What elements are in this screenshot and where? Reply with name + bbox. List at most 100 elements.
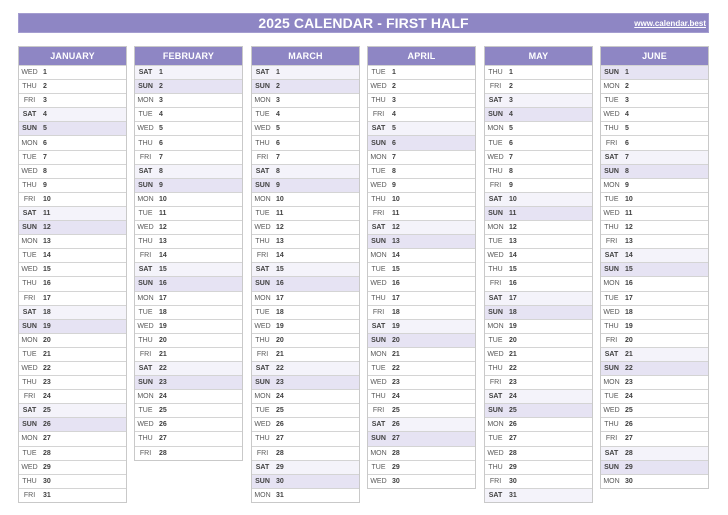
day-of-week: MON [21,336,38,344]
day-of-week: SUN [138,83,153,91]
day-row: WED 23 [368,375,475,390]
website-link[interactable]: www.calendar.best [634,19,706,29]
day-of-week: FRI [23,294,36,302]
day-of-week: SAT [22,407,37,415]
day-row: FRI 3 [19,93,126,108]
day-row: TUE 24 [601,389,708,404]
day-row: MON 7 [368,149,475,164]
day-number: 23 [625,379,633,387]
day-number: 30 [276,477,284,485]
day-of-week: TUE [22,153,37,161]
day-row: SUN 22 [601,360,708,376]
day-of-week: WED [370,181,387,189]
day-number: 26 [43,421,51,429]
day-row: SAT 3 [485,93,592,108]
day-of-week: TUE [371,167,386,175]
day-row: WED 11 [601,205,708,221]
day-number: 19 [625,322,633,330]
day-row: TUE 18 [135,304,242,319]
day-row: THU 1 [485,65,592,80]
day-number: 26 [509,421,517,429]
day-of-week: TUE [255,407,270,415]
day-of-week: MON [370,252,387,260]
day-number: 5 [159,125,163,133]
day-of-week: WED [370,477,387,485]
day-row: THU 6 [252,135,359,150]
day-number: 12 [276,224,284,232]
day-number: 28 [509,449,517,457]
day-of-week: FRI [605,238,618,246]
day-number: 6 [159,139,163,147]
day-row: TUE 3 [601,93,708,108]
day-of-week: WED [603,111,620,119]
day-of-week: SAT [371,421,386,429]
day-number: 25 [43,407,51,415]
day-of-week: SAT [22,308,37,316]
day-of-week: SAT [604,252,619,260]
day-of-week: SAT [604,449,619,457]
day-row: SAT 11 [19,205,126,221]
day-of-week: TUE [488,139,503,147]
day-row: FRI 24 [19,389,126,404]
day-row: MON 31 [252,487,359,502]
day-row: WED 29 [19,459,126,474]
day-row: SAT 31 [485,487,592,502]
day-of-week: MON [370,350,387,358]
day-row: WED 5 [252,121,359,136]
day-row: THU 22 [485,360,592,376]
day-of-week: MON [370,449,387,457]
day-row: THU 20 [135,332,242,347]
month-table-april: APRIL TUE 1 WED 2 THU 3 FRI 4 SAT 5 SUN 6 MON 7 TUE 8 WE… [367,46,476,489]
day-row: TUE 11 [135,205,242,221]
day-row: MON 6 [19,135,126,150]
day-row: SAT 28 [601,445,708,460]
day-number: 16 [159,280,167,288]
day-number: 1 [159,69,163,77]
day-of-week: THU [138,435,153,443]
day-of-week: SAT [255,266,270,274]
day-row: TUE 4 [252,107,359,122]
day-number: 24 [392,393,400,401]
day-of-week: TUE [138,111,153,119]
day-row: WED 8 [19,163,126,178]
day-of-week: WED [487,350,504,358]
day-number: 2 [509,83,513,91]
day-number: 15 [159,266,167,274]
day-of-week: WED [21,69,38,77]
day-number: 5 [43,125,47,133]
day-of-week: WED [137,421,154,429]
day-row: SAT 24 [485,389,592,404]
day-row: SUN 16 [135,276,242,291]
day-number: 31 [43,491,51,499]
day-number: 26 [392,421,400,429]
day-of-week: MON [370,153,387,161]
day-of-week: MON [487,322,504,330]
day-of-week: SUN [22,322,37,330]
day-of-week: MON [487,421,504,429]
day-number: 8 [509,167,513,175]
day-row: SAT 18 [19,304,126,319]
day-row: TUE 14 [19,248,126,263]
day-number: 21 [625,350,633,358]
day-number: 9 [43,181,47,189]
day-row: SAT 17 [485,290,592,305]
day-row: MON 2 [601,79,708,94]
day-row: THU 17 [368,290,475,305]
day-of-week: MON [254,393,271,401]
day-number: 8 [392,167,396,175]
day-of-week: WED [21,167,38,175]
day-number: 21 [159,350,167,358]
day-of-week: SUN [488,308,503,316]
day-number: 28 [159,449,167,457]
day-of-week: WED [370,280,387,288]
day-of-week: FRI [139,252,152,260]
day-number: 4 [43,111,47,119]
month-header: MARCH [252,47,359,65]
day-row: SUN 8 [601,163,708,178]
day-number: 9 [276,181,280,189]
day-number: 16 [509,280,517,288]
day-number: 15 [392,266,400,274]
day-number: 14 [43,252,51,260]
day-of-week: SAT [138,69,153,77]
day-number: 8 [43,167,47,175]
